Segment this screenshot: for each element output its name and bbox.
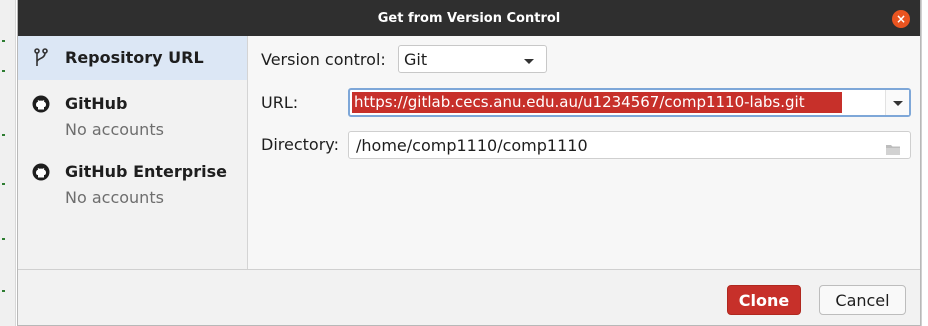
sidebar-item-repository-url[interactable]: Repository URL <box>18 36 247 80</box>
background-marker <box>2 134 5 136</box>
chevron-down-icon <box>893 101 903 106</box>
url-selected-text: https://gitlab.cecs.anu.edu.au/u1234567/… <box>352 92 842 113</box>
account-status: No accounts <box>65 188 164 207</box>
directory-label: Directory: <box>261 135 339 154</box>
sidebar-item-label: Repository URL <box>65 48 204 67</box>
github-icon <box>32 94 50 114</box>
url-input[interactable]: https://gitlab.cecs.anu.edu.au/u1234567/… <box>348 88 911 117</box>
background-marker <box>2 40 5 42</box>
sidebar-item-github[interactable]: GitHub No accounts <box>18 88 247 148</box>
dialog-title: Get from Version Control <box>377 10 561 26</box>
account-status: No accounts <box>65 120 164 139</box>
background-marker <box>2 183 5 185</box>
version-control-value: Git <box>404 50 428 69</box>
url-label: URL: <box>261 93 299 112</box>
background-marker <box>2 70 5 72</box>
get-from-vcs-dialog: Get from Version Control × Repository UR… <box>17 0 921 326</box>
dialog-footer: Clone Cancel <box>18 269 920 325</box>
background-marker <box>2 290 5 292</box>
clone-button[interactable]: Clone <box>727 285 801 315</box>
sidebar: Repository URL GitHub No accounts GitHub… <box>18 36 248 269</box>
close-button[interactable]: × <box>892 10 910 28</box>
github-icon <box>32 162 50 182</box>
sidebar-item-label: GitHub Enterprise <box>65 162 227 181</box>
sidebar-item-github-enterprise[interactable]: GitHub Enterprise No accounts <box>18 158 247 218</box>
vcs-branch-icon <box>32 48 50 68</box>
title-bar: Get from Version Control × <box>18 0 920 36</box>
sidebar-item-label: GitHub <box>65 94 128 113</box>
close-icon: × <box>895 12 907 26</box>
directory-input[interactable]: /home/comp1110/comp1110 <box>348 131 911 159</box>
directory-value: /home/comp1110/comp1110 <box>356 136 588 155</box>
version-control-select[interactable]: Git <box>398 45 547 73</box>
repository-url-panel: Version control: Git URL: https://gitlab… <box>249 36 920 269</box>
background-window-edge-right <box>921 0 928 326</box>
background-window-edge <box>0 0 16 326</box>
chevron-down-icon <box>524 59 534 64</box>
cancel-button[interactable]: Cancel <box>819 285 906 315</box>
version-control-label: Version control: <box>261 50 386 69</box>
url-history-dropdown[interactable] <box>885 90 909 115</box>
background-marker <box>2 238 5 240</box>
folder-icon[interactable] <box>886 140 900 155</box>
